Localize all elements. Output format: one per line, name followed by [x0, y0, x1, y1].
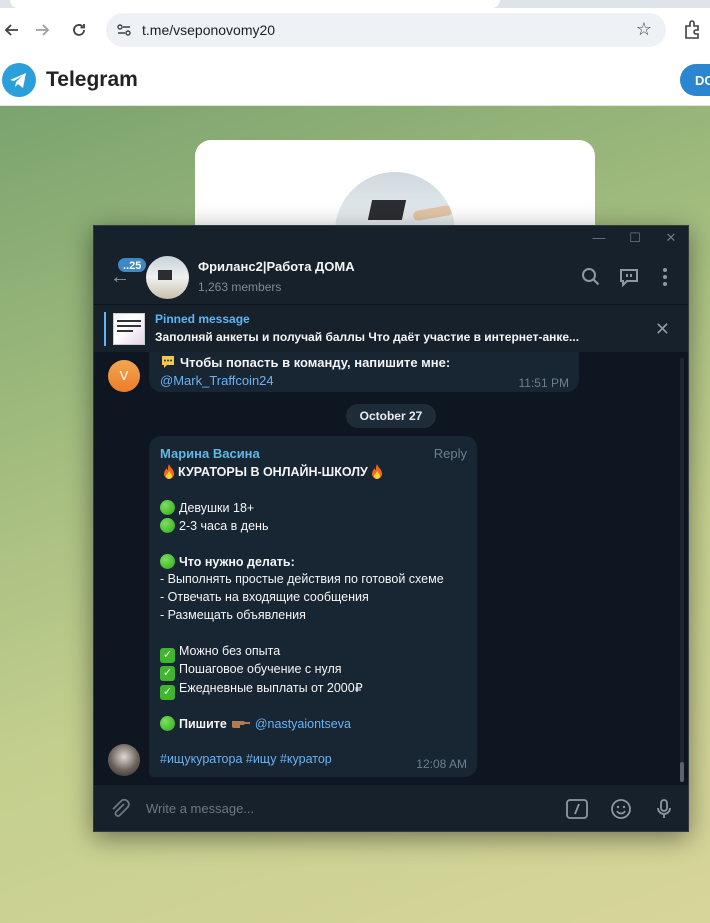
- pointing-hand-icon: [231, 721, 250, 728]
- requirement-text: Девушки 18+: [179, 501, 255, 515]
- todo-heading-line: Что нужно делать:: [160, 554, 295, 569]
- message-time: 11:51 PM: [518, 376, 569, 390]
- pinned-indicator: [104, 312, 106, 346]
- telegram-desktop-window: — ☐ ✕ ← ..25 Фриланс2|Работа ДОМА 1,263 …: [93, 225, 689, 832]
- more-menu-icon[interactable]: [654, 266, 676, 288]
- username-link[interactable]: @Mark_Traffcoin24: [160, 373, 274, 388]
- fire-icon: [164, 464, 174, 479]
- arrow-right-icon: [36, 24, 50, 36]
- date-separator: October 27: [346, 404, 436, 428]
- green-circle-icon: [160, 554, 175, 569]
- requirement-text: 2-3 часа в день: [179, 519, 269, 533]
- requirement-line: Девушки 18+: [160, 500, 254, 515]
- chat-header: ← ..25 Фриланс2|Работа ДОМА 1,263 member…: [94, 250, 688, 304]
- telegram-title: Telegram: [46, 68, 138, 91]
- benefit-text: Ежедневные выплаты от 2000₽: [179, 681, 363, 695]
- site-settings-icon[interactable]: [116, 22, 132, 38]
- chat-avatar[interactable]: [146, 256, 189, 299]
- scrollbar-thumb[interactable]: [680, 762, 684, 782]
- download-button[interactable]: DO: [680, 64, 710, 96]
- message-bubble-post[interactable]: Марина Васина Reply КУРАТОРЫ В ОНЛАЙН-ШК…: [149, 436, 477, 777]
- close-window-button[interactable]: ✕: [663, 230, 679, 246]
- check-mark-icon: ✓: [160, 648, 175, 663]
- pinned-text: Заполняй анкеты и получай баллы Что даёт…: [155, 330, 580, 344]
- bookmark-star-icon[interactable]: ☆: [636, 19, 652, 40]
- headline-line: КУРАТОРЫ В ОНЛАЙН-ШКОЛУ: [160, 464, 386, 479]
- minimize-button[interactable]: —: [591, 230, 607, 246]
- url-text[interactable]: t.me/vseponovomy20: [142, 22, 275, 38]
- member-count: 1,263 members: [198, 280, 282, 294]
- telegram-logo-icon: [2, 63, 36, 97]
- author-avatar[interactable]: [108, 744, 140, 776]
- green-circle-icon: [160, 518, 175, 533]
- fire-icon: [371, 464, 382, 479]
- requirement-line: 2-3 часа в день: [160, 518, 268, 533]
- benefit-line: ✓ Пошаговое обучение с нуля: [160, 662, 342, 681]
- speech-bubble-icon: [162, 356, 174, 368]
- sender-avatar[interactable]: V: [108, 360, 140, 392]
- contact-line: Пишите @nastyaiontseva: [160, 716, 351, 731]
- green-circle-icon: [160, 716, 175, 731]
- pinned-thumbnail: [113, 313, 145, 345]
- benefit-line: ✓ Можно без опыта: [160, 644, 280, 663]
- comments-icon[interactable]: [618, 266, 640, 288]
- reload-icon: [73, 24, 85, 36]
- arrow-left-icon: [4, 24, 18, 36]
- pinned-message-bar[interactable]: Pinned message Заполняй анкеты и получай…: [94, 304, 688, 352]
- message-text: Чтобы попасть в команду, напишите мне:: [180, 355, 451, 370]
- todo-item: - Размещать объявления: [160, 608, 306, 622]
- benefit-text: Пошаговое обучение с нуля: [179, 662, 342, 676]
- scrollbar-track[interactable]: [680, 358, 684, 780]
- unread-count-badge: ..25: [116, 256, 149, 274]
- message-time: 12:08 AM: [416, 757, 467, 771]
- write-label: Пишите: [179, 717, 227, 731]
- green-circle-icon: [160, 500, 175, 515]
- emoji-icon[interactable]: [609, 797, 633, 821]
- microphone-icon[interactable]: [652, 797, 676, 821]
- message-bubble[interactable]: Чтобы попасть в команду, напишите мне: @…: [149, 352, 579, 392]
- todo-item: - Выполнять простые действия по готовой …: [160, 572, 444, 586]
- benefit-text: Можно без опыта: [179, 644, 281, 658]
- maximize-button[interactable]: ☐: [627, 230, 643, 246]
- pinned-label: Pinned message: [155, 312, 250, 326]
- active-tab[interactable]: [10, 0, 500, 8]
- headline-text: КУРАТОРЫ В ОНЛАЙН-ШКОЛУ: [178, 465, 368, 479]
- benefit-line: ✓ Ежедневные выплаты от 2000₽: [160, 680, 363, 700]
- message-composer: Write a message...: [94, 784, 688, 831]
- mention-link[interactable]: @nastyaiontseva: [255, 717, 351, 731]
- telegram-web-header: Telegram DO: [0, 54, 710, 106]
- back-button[interactable]: [0, 18, 24, 42]
- forward-button[interactable]: [30, 18, 54, 42]
- search-icon[interactable]: [580, 266, 602, 288]
- window-titlebar: — ☐ ✕: [94, 226, 688, 250]
- bot-commands-icon[interactable]: [565, 797, 589, 821]
- reply-button[interactable]: Reply: [434, 446, 467, 461]
- check-mark-icon: ✓: [160, 685, 175, 700]
- close-pinned-icon[interactable]: ✕: [655, 319, 670, 340]
- check-mark-icon: ✓: [160, 666, 175, 681]
- tab-strip: [0, 0, 710, 8]
- message-list[interactable]: V Чтобы попасть в команду, напишите мне:…: [94, 352, 688, 784]
- address-bar[interactable]: t.me/vseponovomy20 ☆: [106, 13, 666, 47]
- paperclip-icon[interactable]: [108, 797, 132, 821]
- hashtags[interactable]: #ищукуратора #ищу #куратор: [160, 752, 332, 766]
- todo-heading: Что нужно делать:: [179, 555, 295, 569]
- message-input[interactable]: Write a message...: [146, 801, 254, 816]
- reload-button[interactable]: [67, 18, 91, 42]
- todo-item: - Отвечать на входящие сообщения: [160, 590, 369, 604]
- message-author[interactable]: Марина Васина: [160, 446, 260, 461]
- extensions-icon[interactable]: [682, 18, 704, 40]
- browser-toolbar: t.me/vseponovomy20 ☆: [0, 0, 710, 60]
- chat-title[interactable]: Фриланс2|Работа ДОМА: [198, 259, 355, 274]
